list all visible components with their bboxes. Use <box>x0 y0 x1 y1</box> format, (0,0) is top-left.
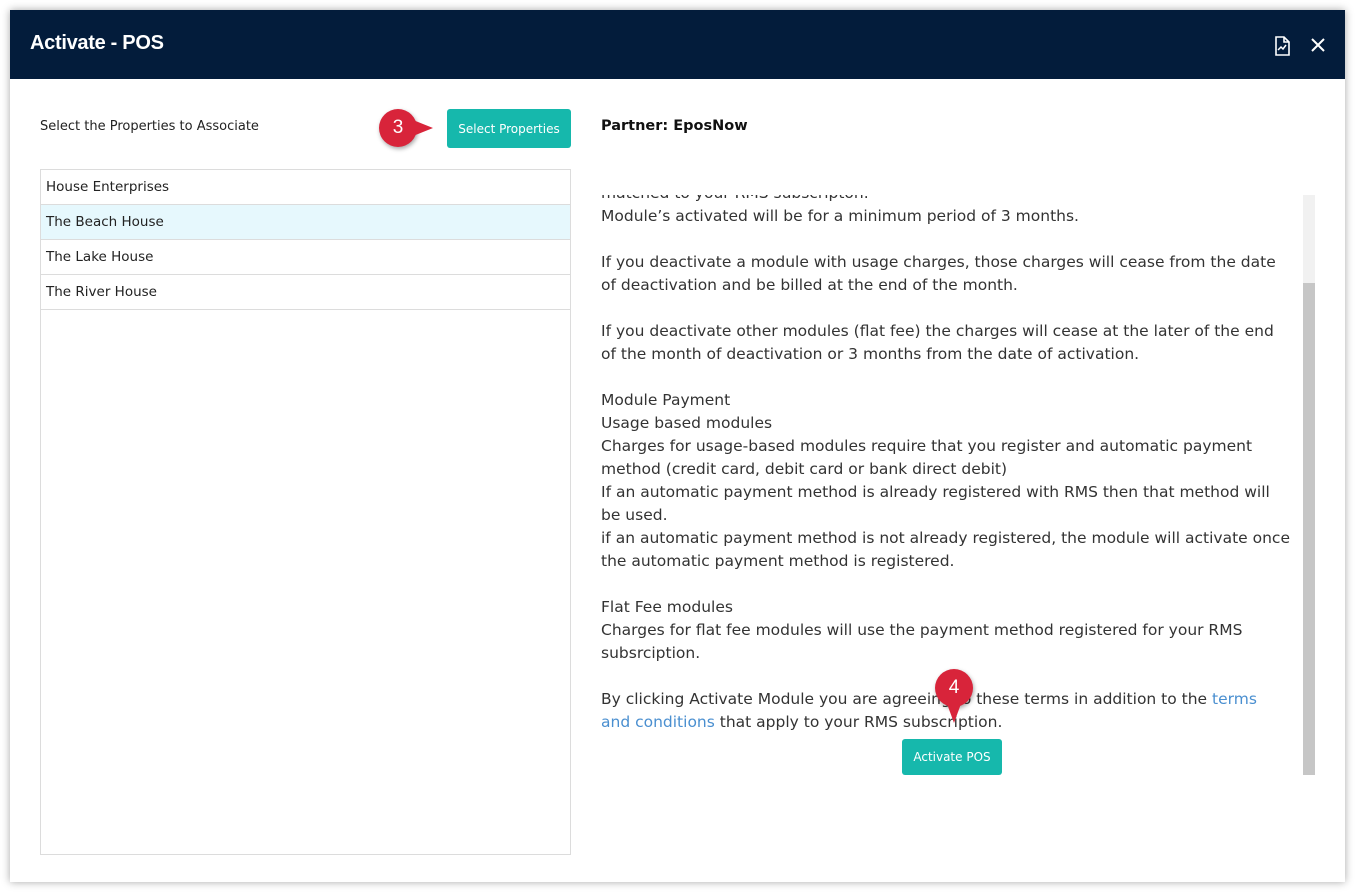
activate-pos-dialog: Activate - POS Select the Properties to … <box>10 10 1345 882</box>
list-item[interactable]: The River House <box>41 275 570 310</box>
terms-paragraph: If you deactivate other modules (flat fe… <box>601 322 1274 363</box>
list-item[interactable]: House Enterprises <box>41 170 570 205</box>
step-4-marker: 4 <box>935 669 973 723</box>
terms-line-cut: matched to your RMS subscripton. <box>601 195 1291 205</box>
terms-paragraph: Module’s activated will be for a minimum… <box>601 207 1079 225</box>
usage-text: Charges for usage-based modules require … <box>601 437 1253 478</box>
terms-paragraph: If you deactivate a module with usage ch… <box>601 253 1276 294</box>
usage-text: If an automatic payment method is alread… <box>601 483 1270 524</box>
list-item[interactable]: The Lake House <box>41 240 570 275</box>
select-properties-button[interactable]: Select Properties <box>447 109 571 148</box>
step-3-marker: 3 <box>379 109 433 147</box>
scrollbar-thumb[interactable] <box>1303 283 1315 775</box>
flat-fee-heading: Flat Fee modules <box>601 598 733 616</box>
flat-fee-text: Charges for flat fee modules will use th… <box>601 621 1243 662</box>
property-list: House Enterprises The Beach House The La… <box>40 169 571 855</box>
properties-label: Select the Properties to Associate <box>40 119 259 134</box>
close-icon[interactable] <box>1310 37 1328 57</box>
dialog-title: Activate - POS <box>30 32 164 54</box>
document-chart-icon[interactable] <box>1273 36 1291 56</box>
usage-heading: Usage based modules <box>601 414 773 432</box>
list-item[interactable]: The Beach House <box>41 205 570 240</box>
partner-name: Partner: EposNow <box>601 118 748 134</box>
activate-pos-button[interactable]: Activate POS <box>902 739 1002 775</box>
terms-scrollbar[interactable] <box>1303 195 1315 775</box>
module-payment-heading: Module Payment <box>601 391 731 409</box>
dialog-header: Activate - POS <box>10 10 1345 79</box>
usage-text: if an automatic payment method is not al… <box>601 529 1290 570</box>
agreement-pre: By clicking Activate Module you are agre… <box>601 690 1208 708</box>
